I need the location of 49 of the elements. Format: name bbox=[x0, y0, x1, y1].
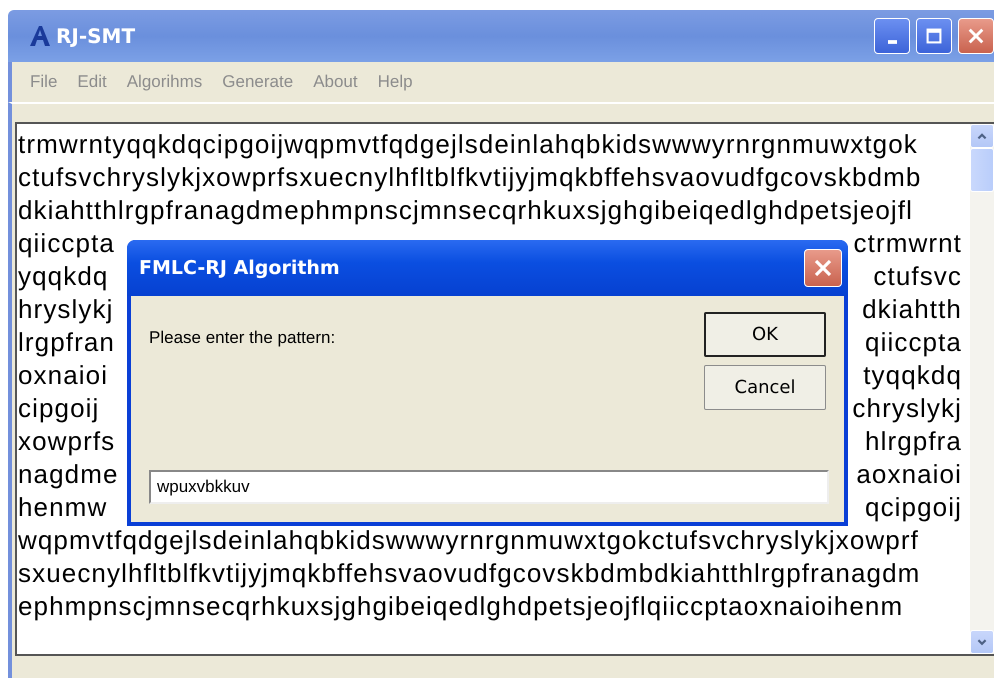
dialog-title: FMLC-RJ Algorithm bbox=[139, 257, 340, 279]
window-title: RJ-SMT bbox=[56, 24, 136, 48]
maximize-icon bbox=[926, 28, 942, 44]
text-line: tyqqkdq bbox=[863, 359, 962, 392]
menu-item[interactable]: File bbox=[30, 72, 58, 92]
text-line: qiiccpta bbox=[18, 227, 115, 260]
minimize-button[interactable] bbox=[874, 18, 910, 54]
text-line: dkiahtthlrgpfranagdmephmpnscjmnsecqrhkuxsjghgibeiqedlghdpetsjeojfl bbox=[18, 194, 914, 227]
menu-item[interactable]: Generate bbox=[222, 72, 294, 92]
text-line: chryslykj bbox=[852, 392, 962, 425]
close-icon bbox=[813, 258, 833, 278]
minimize-icon bbox=[888, 40, 896, 44]
text-line: hlrgpfra bbox=[865, 425, 962, 458]
text-line: aoxnaioi bbox=[856, 458, 962, 491]
scroll-up-button[interactable] bbox=[970, 124, 994, 148]
text-line: ctufsvc bbox=[873, 260, 962, 293]
text-line: oxnaioi bbox=[18, 359, 108, 392]
close-button[interactable] bbox=[804, 249, 842, 287]
text-line: nagdme bbox=[18, 458, 119, 491]
text-line: ctrmwrnt bbox=[854, 227, 962, 260]
text-line: wqpmvtfqdgejlsdeinlahqbkidswwwyrnrgnmuwxtgokctufsvchryslykjxowprf bbox=[18, 524, 920, 557]
text-line: ctufsvchryslykjxowprfsxuecnylhfltblfkvtijyjmqkbffehsvaovudfgcovskbdmb bbox=[18, 161, 922, 194]
text-line: yqqkdq bbox=[18, 260, 108, 293]
pattern-input[interactable]: wpuxvbkkuv bbox=[149, 470, 829, 504]
text-line: qiiccpta bbox=[865, 326, 962, 359]
ok-button[interactable]: OK bbox=[704, 312, 826, 357]
text-line: henmw bbox=[18, 491, 108, 524]
close-button[interactable] bbox=[958, 18, 994, 54]
text-line: hryslykj bbox=[18, 293, 114, 326]
menu-item[interactable]: Help bbox=[378, 72, 413, 92]
text-line: ephmpnscjmnsecqrhkuxsjghgibeiqedlghdpetsjeojflqiiccptaoxnaioihenm bbox=[18, 590, 904, 623]
text-line: trmwrntyqqkdqcipgoijwqpmvtfqdgejlsdeinlahqbkidswwwyrnrgnmuwxtgok bbox=[18, 128, 919, 161]
cancel-button[interactable]: Cancel bbox=[704, 365, 826, 410]
prompt-label: Please enter the pattern: bbox=[149, 328, 336, 349]
text-line: qcipgoij bbox=[865, 491, 962, 524]
menu-item[interactable]: Edit bbox=[77, 72, 107, 92]
text-line: xowprfs bbox=[18, 425, 116, 458]
text-line: lrgpfran bbox=[18, 326, 115, 359]
text-line: dkiahtth bbox=[862, 293, 962, 326]
scrollbar[interactable] bbox=[970, 124, 994, 654]
scroll-thumb[interactable] bbox=[970, 148, 994, 192]
scroll-down-button[interactable] bbox=[970, 630, 994, 654]
logo-icon bbox=[28, 24, 52, 48]
text-line: cipgoij bbox=[18, 392, 100, 425]
close-icon bbox=[967, 27, 985, 45]
menu-item[interactable]: Algorihms bbox=[126, 72, 202, 92]
text-line: sxuecnylhfltblfkvtijyjmqkbffehsvaovudfgcovskbdmbdkiahtthlrgpfranagdm bbox=[18, 557, 922, 590]
maximize-button[interactable] bbox=[916, 18, 952, 54]
menu-item[interactable]: About bbox=[313, 72, 358, 92]
